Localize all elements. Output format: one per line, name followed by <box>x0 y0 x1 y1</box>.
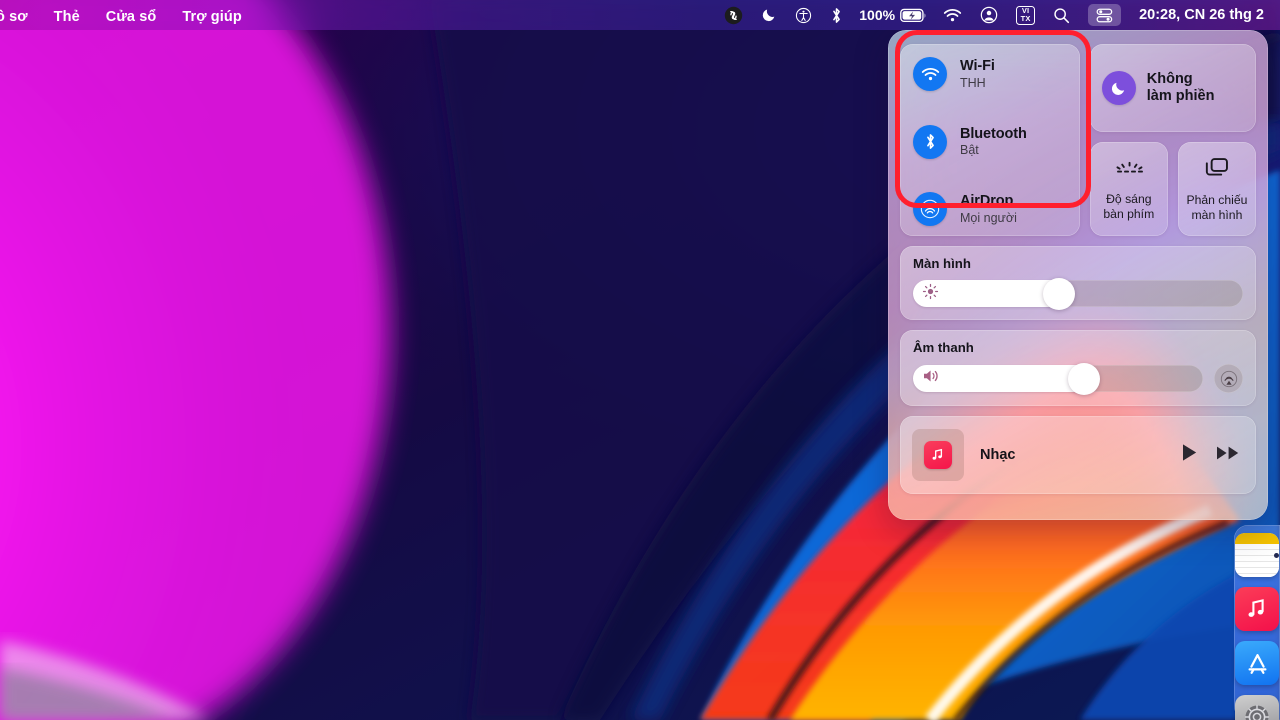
dnd-label-line1: Không <box>1146 70 1193 87</box>
speaker-volume-icon <box>922 368 942 389</box>
dock-item-appstore[interactable] <box>1234 641 1280 685</box>
keyboard-brightness-icon <box>1113 156 1145 183</box>
bluetooth-state: Bật <box>960 143 979 158</box>
keyboard-brightness-label-line1: Độ sáng <box>1106 192 1152 207</box>
sound-title: Âm thanh <box>913 340 974 355</box>
spotlight-search-icon[interactable] <box>1044 2 1079 28</box>
play-icon[interactable] <box>1181 443 1198 467</box>
user-account-icon[interactable] <box>971 2 1007 28</box>
input-method-line2: TX <box>1020 14 1031 23</box>
dock-item-system-preferences[interactable] <box>1234 695 1280 720</box>
control-center-icon[interactable] <box>1079 2 1130 28</box>
display-slider-knob[interactable] <box>1043 277 1076 310</box>
battery-status[interactable]: 100% <box>852 7 934 23</box>
bluetooth-icon[interactable] <box>821 2 852 28</box>
screen-mirroring-card[interactable]: Phản chiếu màn hình <box>1177 142 1257 236</box>
wifi-row[interactable]: Wi-Fi THH <box>900 57 1080 91</box>
music-album-art-placeholder <box>912 429 964 481</box>
screen-mirroring-label-line2: màn hình <box>1191 207 1243 222</box>
airdrop-icon[interactable] <box>913 192 947 226</box>
menu-bar: ồ sơ Thẻ Cửa sổ Trợ giúp 100% VI TX 20:2… <box>0 0 1280 30</box>
dock-item-notes[interactable] <box>1234 533 1280 577</box>
accessibility-icon[interactable] <box>786 2 821 28</box>
control-center-panel: Wi-Fi THH Bluetooth Bật AirDrop Mọi ngườ… <box>888 30 1268 520</box>
sound-volume-slider[interactable] <box>913 362 1203 395</box>
sound-slider-knob[interactable] <box>1067 362 1100 395</box>
music-now-playing-card[interactable]: Nhạc <box>900 416 1256 494</box>
menu-ho-so[interactable]: ồ sơ <box>0 2 41 28</box>
dnd-label-line2: làm phiền <box>1146 88 1215 104</box>
connectivity-card: Wi-Fi THH Bluetooth Bật AirDrop Mọi ngườ… <box>895 30 1091 236</box>
display-brightness-card: Màn hình <box>900 246 1256 320</box>
screen-mirroring-icon <box>1203 156 1231 184</box>
battery-percent-label: 100% <box>859 7 896 23</box>
bluetooth-row[interactable]: Bluetooth Bật <box>900 124 1080 159</box>
control-center-top-row: Wi-Fi THH Bluetooth Bật AirDrop Mọi ngườ… <box>895 30 1257 236</box>
control-center-mini-row: Độ sáng bàn phím Phản chiếu màn hình <box>1089 142 1257 236</box>
menu-bar-status-items: 100% VI TX 20:28, CN 26 thg 2 <box>715 2 1280 28</box>
keyboard-brightness-label-line2: bàn phím <box>1103 207 1155 221</box>
music-controls <box>1181 443 1240 467</box>
wifi-network-name: THH <box>960 75 986 90</box>
music-title: Nhạc <box>980 447 1016 463</box>
menu-the[interactable]: Thẻ <box>41 2 93 28</box>
display-brightness-slider[interactable] <box>913 277 1243 310</box>
creative-cloud-icon[interactable] <box>715 2 752 28</box>
bluetooth-icon[interactable] <box>913 124 947 159</box>
airdrop-visibility: Mọi người <box>960 210 1017 225</box>
menu-tro-giup[interactable]: Trợ giúp <box>169 2 254 28</box>
do-not-disturb-card[interactable]: Không làm phiền <box>1089 44 1256 132</box>
moon-icon <box>1101 71 1136 105</box>
brightness-sun-icon <box>922 283 939 305</box>
bluetooth-title: Bluetooth <box>960 125 1027 142</box>
dock <box>1234 525 1280 720</box>
keyboard-brightness-card[interactable]: Độ sáng bàn phím <box>1089 142 1168 236</box>
battery-charging-icon <box>900 8 926 22</box>
dock-running-indicator <box>1274 553 1279 558</box>
airdrop-title: AirDrop <box>960 193 1014 210</box>
do-not-disturb-moon-icon[interactable] <box>752 2 786 28</box>
music-note-icon <box>924 441 952 469</box>
menu-cua-so[interactable]: Cửa sổ <box>93 2 170 28</box>
airplay-audio-icon[interactable] <box>1214 364 1243 393</box>
input-method-icon[interactable]: VI TX <box>1007 2 1044 28</box>
screen-mirroring-label-line1: Phản chiếu <box>1186 192 1248 207</box>
menu-bar-clock[interactable]: 20:28, CN 26 thg 2 <box>1130 2 1274 28</box>
menu-bar-app-menus: ồ sơ Thẻ Cửa sổ Trợ giúp <box>0 2 255 28</box>
wifi-title: Wi-Fi <box>960 58 995 75</box>
airdrop-row[interactable]: AirDrop Mọi người <box>900 192 1080 226</box>
display-title: Màn hình <box>913 256 971 271</box>
sound-volume-card: Âm thanh <box>900 330 1256 406</box>
dock-item-music[interactable] <box>1234 587 1280 631</box>
wifi-icon[interactable] <box>913 57 947 91</box>
fast-forward-icon[interactable] <box>1216 445 1240 466</box>
wifi-icon[interactable] <box>934 2 971 28</box>
control-center-right-column: Không làm phiền Độ sáng bàn phím Phản ch… <box>1089 44 1257 236</box>
